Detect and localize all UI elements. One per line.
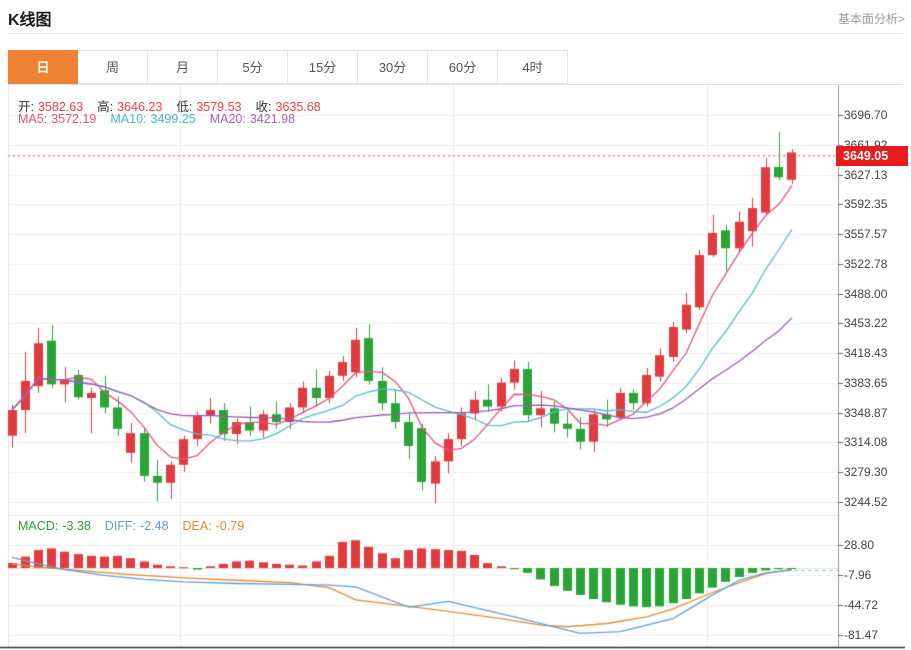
price-tick: 3314.08	[844, 435, 887, 449]
price-tick: 3348.87	[844, 406, 887, 420]
readout-label: DIFF:	[105, 519, 136, 533]
price-tick: 3522.78	[844, 257, 887, 271]
price-tick: 3418.43	[844, 346, 887, 360]
readout-label: MA20:	[210, 112, 246, 126]
macd-readout: MACD: -3.38 DIFF: -2.48 DEA: -0.79	[18, 519, 258, 533]
last-price-tag: 3649.05	[836, 146, 908, 166]
kline-widget: K线图 基本面分析> 日周月5分15分30分60分4时 开:3582.63高:3…	[0, 0, 911, 650]
price-tick: 3696.70	[844, 108, 887, 122]
readout-value: -3.38	[62, 519, 91, 533]
macd-tick: 28.80	[844, 538, 874, 552]
ma-readout: MA5: 3572.19 MA10: 3499.25 MA20: 3421.98	[18, 112, 309, 126]
readout-label: MA10:	[110, 112, 146, 126]
macd-tick: -44.72	[844, 598, 878, 612]
readout-value: 3421.98	[250, 112, 295, 126]
readout-value: -0.79	[216, 519, 245, 533]
price-tick: 3383.65	[844, 376, 887, 390]
price-tick: 3244.52	[844, 495, 887, 509]
readout-value: 3499.25	[151, 112, 196, 126]
readout-label: DEA:	[183, 519, 212, 533]
readout-label: MACD:	[18, 519, 58, 533]
readout-label: MA5:	[18, 112, 47, 126]
macd-tick: -81.47	[844, 628, 878, 642]
price-tick: 3557.57	[844, 227, 887, 241]
price-tick: 3453.22	[844, 316, 887, 330]
price-tick: 3279.30	[844, 465, 887, 479]
price-tick: 3592.35	[844, 197, 887, 211]
price-tick: 3488.00	[844, 287, 887, 301]
readout-value: -2.48	[140, 519, 169, 533]
price-tick: 3627.13	[844, 168, 887, 182]
readout-value: 3572.19	[51, 112, 96, 126]
macd-tick: -7.96	[844, 568, 871, 582]
